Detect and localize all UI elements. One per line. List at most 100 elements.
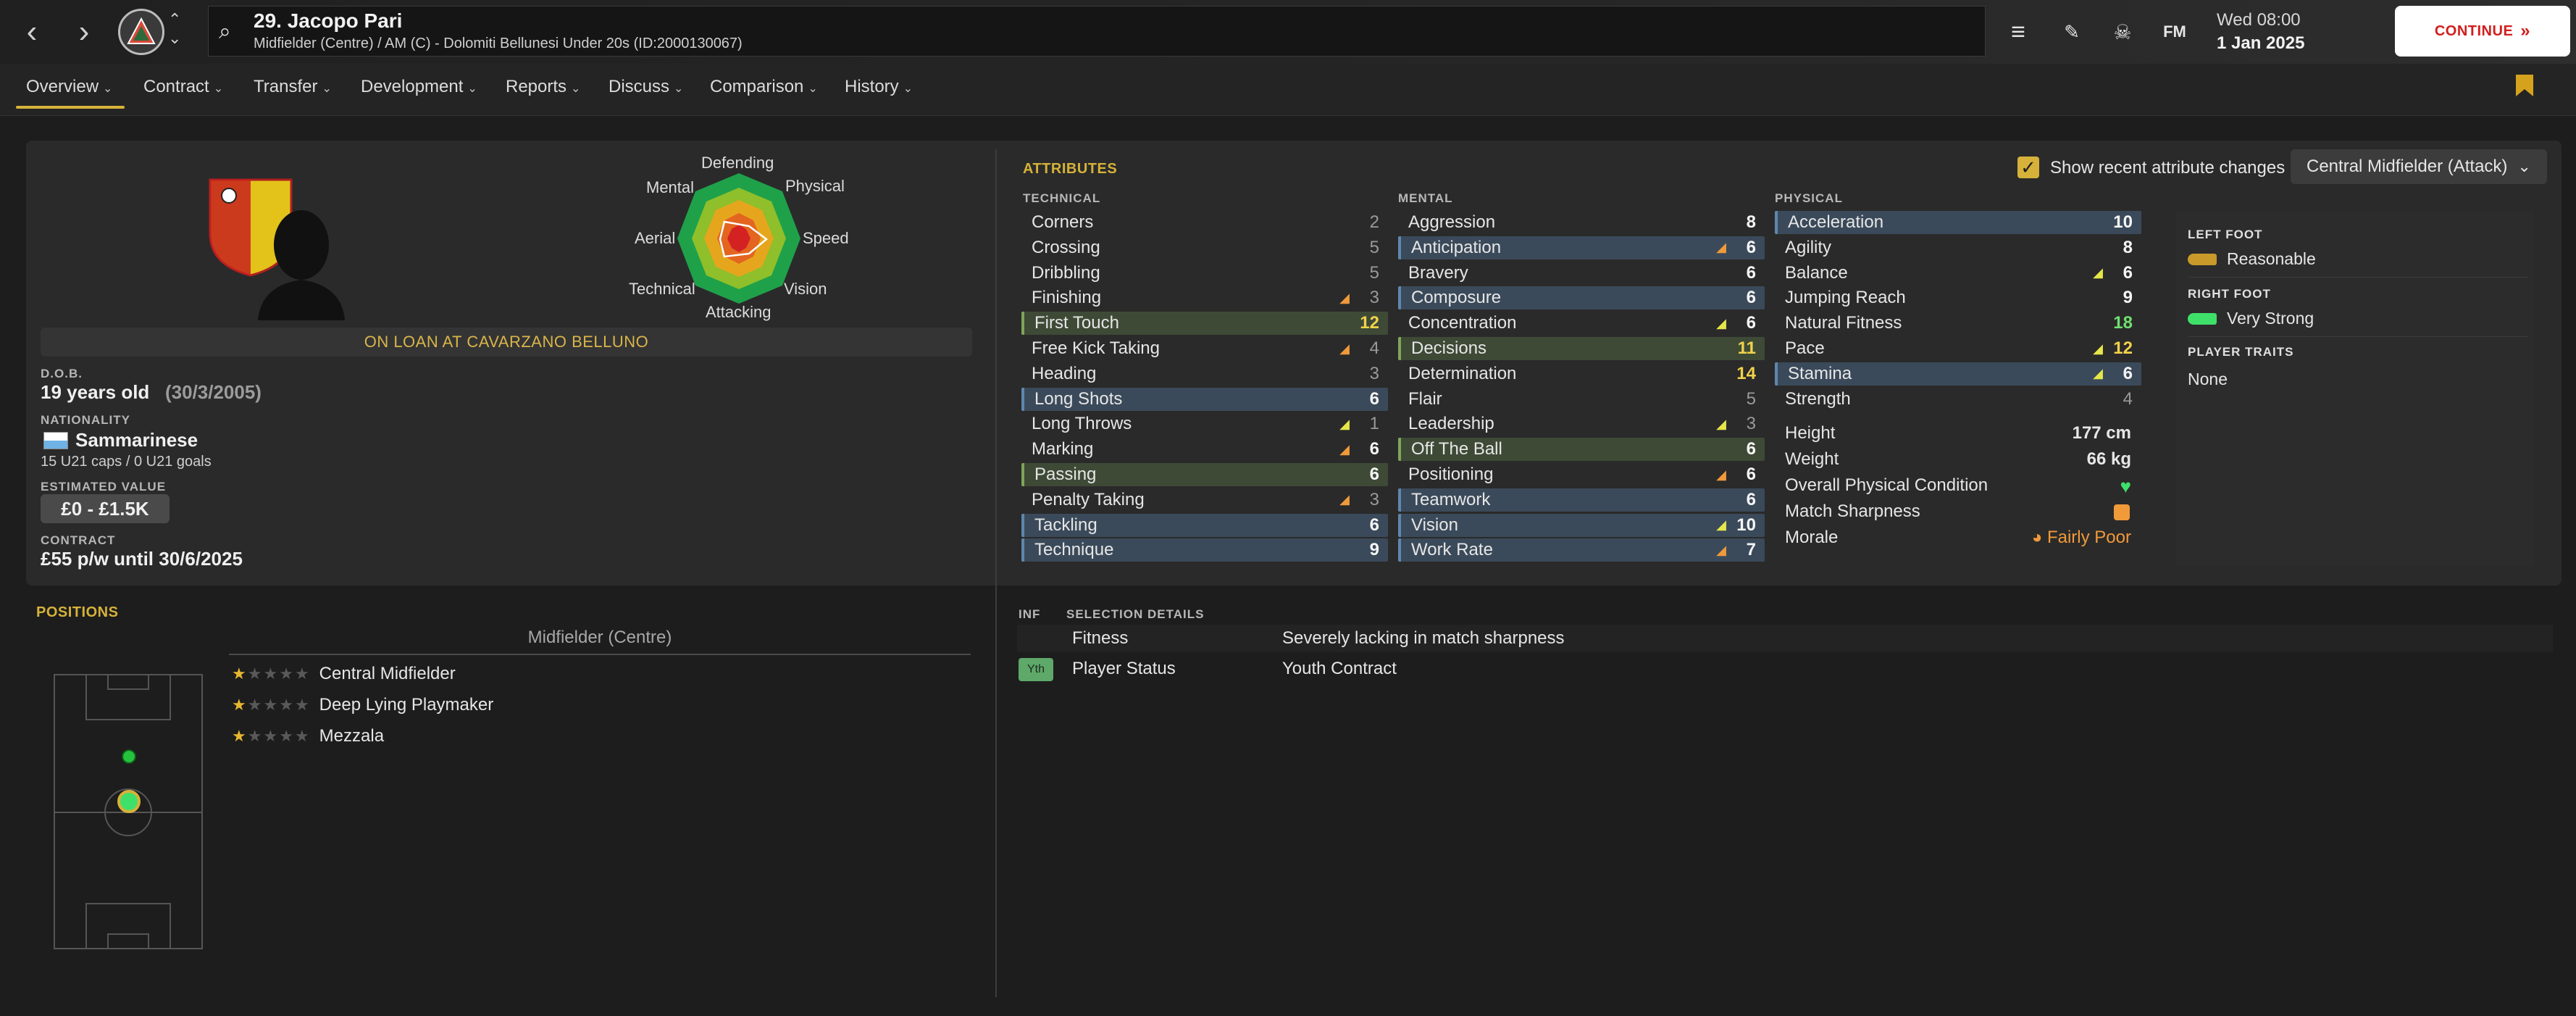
position-dot-mc[interactable] xyxy=(117,790,141,813)
attribute-name: Balance xyxy=(1785,262,1848,283)
tab-development[interactable]: Development ⌄ xyxy=(361,77,477,97)
attribute-row[interactable]: Natural Fitness 18 xyxy=(1775,312,2141,335)
show-changes-label[interactable]: Show recent attribute changes xyxy=(2050,158,2285,178)
attribute-row[interactable]: Heading 3 xyxy=(1021,362,1388,386)
attribute-row[interactable]: Vision ◢ 10 xyxy=(1398,513,1765,537)
attribute-row[interactable]: Penalty Taking ◢ 3 xyxy=(1021,488,1388,512)
skull-icon[interactable]: ☠ xyxy=(2107,16,2138,48)
attribute-row[interactable]: Long Throws ◢ 1 xyxy=(1021,412,1388,436)
attribute-row[interactable]: First Touch 12 xyxy=(1021,312,1388,336)
tab-transfer[interactable]: Transfer ⌄ xyxy=(254,77,332,97)
condition-label: Overall Physical Condition xyxy=(1785,475,1989,495)
tab-label: Comparison xyxy=(710,77,804,96)
weight-row: Weight 66 kg xyxy=(1775,449,2141,470)
mental-heading: MENTAL xyxy=(1398,191,1453,205)
attribute-row[interactable]: Anticipation ◢ 6 xyxy=(1398,236,1765,259)
attribute-value: 8 xyxy=(1746,212,1756,232)
club-crest-icon[interactable] xyxy=(118,9,164,55)
search-icon[interactable]: ⌕ xyxy=(219,20,231,44)
attribute-row[interactable]: Technique 9 xyxy=(1021,538,1388,562)
chevron-up-icon[interactable]: ⌃ xyxy=(168,12,181,28)
attribute-row[interactable]: Determination 14 xyxy=(1398,362,1765,386)
attribute-row[interactable]: Finishing ◢ 3 xyxy=(1021,286,1388,309)
selection-value: Youth Contract xyxy=(1282,659,1397,678)
attribute-row[interactable]: Free Kick Taking ◢ 4 xyxy=(1021,337,1388,360)
dob: (30/3/2005) xyxy=(164,381,262,403)
selection-details-heading: SELECTION DETAILS xyxy=(1066,607,1205,621)
show-changes-checkbox[interactable]: ✓ xyxy=(2017,157,2039,178)
attribute-change-arrow-icon: ◢ xyxy=(1339,492,1350,507)
attribute-row[interactable]: Leadership ◢ 3 xyxy=(1398,412,1765,436)
tab-comparison[interactable]: Comparison ⌄ xyxy=(710,77,818,97)
attribute-name: Teamwork xyxy=(1411,489,1491,509)
forward-arrow-icon[interactable]: › xyxy=(62,10,106,54)
youth-status-badge[interactable]: Yth xyxy=(1019,658,1053,681)
bookmark-icon[interactable] xyxy=(2514,72,2535,105)
role-row[interactable]: ★★★★★ Mezzala xyxy=(232,726,384,746)
tab-history[interactable]: History ⌄ xyxy=(845,77,913,97)
attribute-row[interactable]: Crossing 5 xyxy=(1021,236,1388,259)
nationality-value[interactable]: Sammarinese xyxy=(75,429,198,451)
attribute-row[interactable]: Decisions 11 xyxy=(1398,337,1765,360)
tab-discuss[interactable]: Discuss ⌄ xyxy=(609,77,683,97)
role-name: Mezzala xyxy=(319,726,385,746)
attribute-row[interactable]: Tackling 6 xyxy=(1021,513,1388,537)
player-title-box[interactable]: ⌕ 29. Jacopo Pari Midfielder (Centre) / … xyxy=(208,6,1986,57)
attribute-row[interactable]: Strength 4 xyxy=(1775,388,2141,411)
attribute-value: 9 xyxy=(1369,540,1379,560)
attribute-row[interactable]: Dribbling 5 xyxy=(1021,262,1388,285)
attribute-row[interactable]: Balance ◢ 6 xyxy=(1775,262,2141,285)
menu-icon[interactable]: ≡ xyxy=(2002,16,2034,48)
player-silhouette xyxy=(251,204,352,324)
attribute-row[interactable]: Acceleration 10 xyxy=(1775,211,2141,234)
role-row[interactable]: ★★★★★ Deep Lying Playmaker xyxy=(232,695,493,715)
attribute-row[interactable]: Flair 5 xyxy=(1398,388,1765,411)
heart-icon[interactable]: ♥ xyxy=(2120,475,2131,498)
attribute-row[interactable]: Agility 8 xyxy=(1775,236,2141,259)
double-chevron-right-icon: » xyxy=(2520,21,2531,41)
attribute-row[interactable]: Passing 6 xyxy=(1021,463,1388,486)
attribute-row[interactable]: Corners 2 xyxy=(1021,211,1388,234)
attribute-row[interactable]: Off The Ball 6 xyxy=(1398,438,1765,462)
physical-heading: PHYSICAL xyxy=(1775,191,1843,205)
star-rating-icon: ★★★★★ xyxy=(232,696,311,714)
dob-label: D.O.B. xyxy=(41,367,83,380)
role-row[interactable]: ★★★★★ Central Midfielder xyxy=(232,664,456,684)
fm-logo-icon[interactable]: FM xyxy=(2159,16,2191,48)
tab-contract[interactable]: Contract ⌄ xyxy=(143,77,223,97)
sharpness-icon[interactable] xyxy=(2114,504,2130,520)
attribute-row[interactable]: Jumping Reach 9 xyxy=(1775,286,2141,309)
section-divider xyxy=(995,149,997,997)
condition-row: Overall Physical Condition ♥ xyxy=(1775,475,2141,498)
position-dot-am[interactable] xyxy=(122,749,136,764)
attribute-row[interactable]: Marking ◢ 6 xyxy=(1021,438,1388,461)
attribute-row[interactable]: Bravery 6 xyxy=(1398,262,1765,285)
attribute-row[interactable]: Long Shots 6 xyxy=(1021,387,1388,411)
attribute-change-arrow-icon: ◢ xyxy=(2093,265,2103,280)
attribute-value: 5 xyxy=(1746,388,1756,409)
continue-button[interactable]: CONTINUE » xyxy=(2395,6,2570,57)
attribute-name: First Touch xyxy=(1034,313,1119,333)
attribute-row[interactable]: Composure 6 xyxy=(1398,286,1765,310)
edit-icon[interactable]: ✎ xyxy=(2056,16,2088,48)
estimated-value-badge[interactable]: £0 - £1.5K xyxy=(41,494,170,523)
attribute-name: Free Kick Taking xyxy=(1032,338,1160,358)
back-arrow-icon[interactable]: ‹ xyxy=(10,10,54,54)
chevron-down-icon: ⌄ xyxy=(213,83,224,95)
chevron-down-icon[interactable]: ⌄ xyxy=(168,30,181,46)
attribute-row[interactable]: Positioning ◢ 6 xyxy=(1398,463,1765,486)
attribute-row[interactable]: Pace ◢ 12 xyxy=(1775,337,2141,360)
attribute-row[interactable]: Aggression 8 xyxy=(1398,211,1765,234)
tab-overview[interactable]: Overview ⌄ xyxy=(26,77,112,97)
attribute-row[interactable]: Concentration ◢ 6 xyxy=(1398,312,1765,335)
attribute-value: 6 xyxy=(1746,288,1756,308)
morale-value[interactable]: Fairly Poor xyxy=(2047,528,2131,547)
attribute-row[interactable]: Teamwork 6 xyxy=(1398,488,1765,512)
role-dropdown[interactable]: Central Midfielder (Attack) ⌄ xyxy=(2291,149,2547,184)
tab-bar: Overview ⌄ Contract ⌄ Transfer ⌄ Developmen… xyxy=(0,64,2576,116)
contract-label: CONTRACT xyxy=(41,533,116,547)
tab-reports[interactable]: Reports ⌄ xyxy=(506,77,580,97)
attribute-row[interactable]: Stamina ◢ 6 xyxy=(1775,362,2141,386)
radar-label-physical: Physical xyxy=(785,177,845,195)
attribute-row[interactable]: Work Rate ◢ 7 xyxy=(1398,538,1765,562)
